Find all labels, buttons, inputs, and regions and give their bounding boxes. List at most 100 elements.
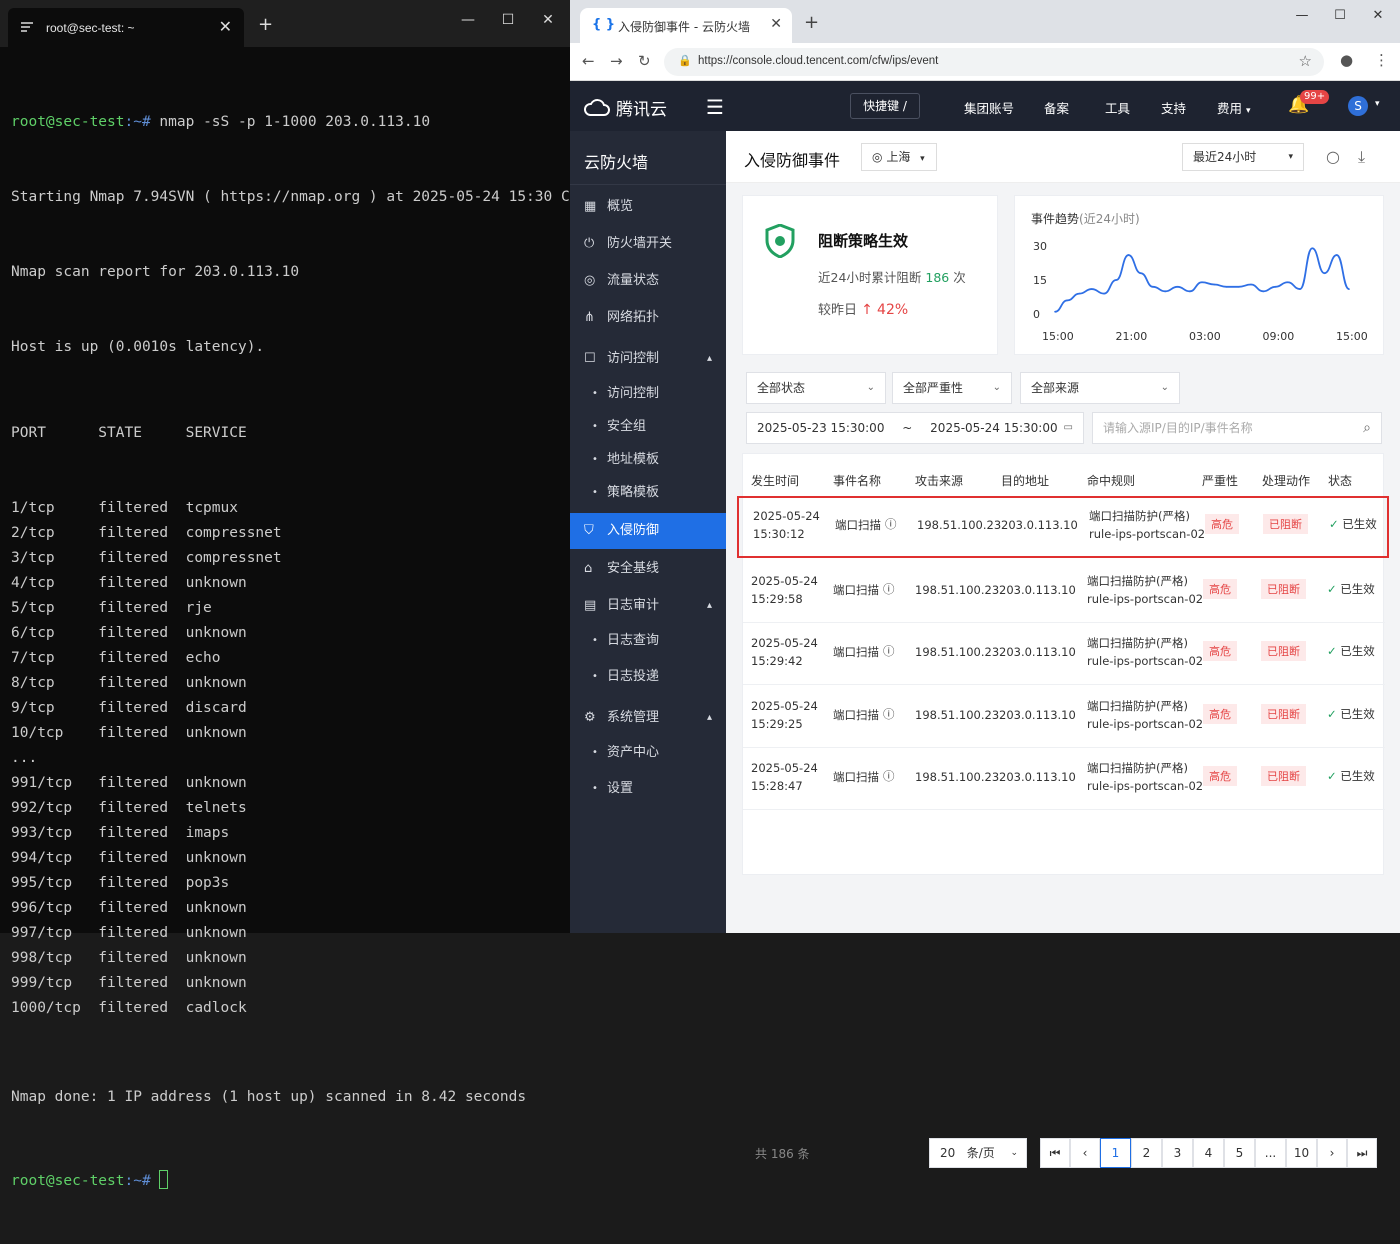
- bullet-icon: •: [592, 487, 598, 498]
- shortcut-button[interactable]: 快捷键 /: [850, 93, 920, 119]
- event-name[interactable]: 端口扫描: [833, 706, 879, 724]
- source-filter[interactable]: 全部来源 ⌄: [1020, 372, 1180, 404]
- page-button[interactable]: ...: [1255, 1138, 1286, 1168]
- terminal-tab[interactable]: root@sec-test: ~ ✕: [8, 8, 244, 47]
- sidebar-item-label: 安全组: [607, 419, 647, 434]
- nmap-done-line: Nmap done: 1 IP address (1 host up) scan…: [11, 1089, 527, 1105]
- close-icon[interactable]: ✕: [770, 16, 782, 32]
- page-size-select[interactable]: 20 条/页 ⌄: [929, 1138, 1027, 1168]
- page-button[interactable]: 10: [1286, 1138, 1317, 1168]
- sidebar-item[interactable]: ⌂ 安全基线: [570, 551, 726, 587]
- notification-badge: 99+: [1300, 90, 1330, 104]
- profile-icon[interactable]: ●: [1340, 51, 1353, 69]
- page-button[interactable]: 2: [1131, 1138, 1162, 1168]
- search-icon[interactable]: ⌕: [1363, 413, 1371, 443]
- first-page-icon[interactable]: ⏮: [1040, 1138, 1070, 1168]
- start-date: 2025-05-23 15:30:00: [757, 421, 885, 435]
- maximize-icon[interactable]: ☐: [498, 12, 518, 28]
- reload-icon[interactable]: ↻: [638, 52, 651, 70]
- sidebar-item[interactable]: • 设置: [570, 771, 726, 807]
- url-text: https://console.cloud.tencent.com/cfw/ip…: [698, 55, 939, 67]
- table-row[interactable]: 2025-05-24 15:29:42 端口扫描 198.51.100.23 203.0…: [743, 623, 1385, 685]
- time-range-select[interactable]: 最近24小时 ▾: [1182, 143, 1304, 171]
- new-tab-icon[interactable]: +: [258, 14, 273, 35]
- sidebar-item[interactable]: • 日志投递: [570, 659, 726, 695]
- more-menu-icon[interactable]: ⋮: [1374, 51, 1389, 69]
- sidebar-item[interactable]: ☐ 访问控制 ▴: [570, 341, 726, 377]
- next-page-icon[interactable]: ›: [1317, 1138, 1347, 1168]
- brand-logo[interactable]: 腾讯云: [584, 95, 667, 120]
- nav-filing[interactable]: 备案: [1044, 98, 1069, 117]
- sidebar-item[interactable]: ◎ 流量状态: [570, 263, 726, 299]
- sidebar-item[interactable]: • 策略模板: [570, 475, 726, 511]
- terminal-prompt-line[interactable]: root@sec-test:~#: [11, 1169, 570, 1194]
- prev-page-icon[interactable]: ‹: [1070, 1138, 1100, 1168]
- page-button[interactable]: 4: [1193, 1138, 1224, 1168]
- minimize-icon[interactable]: —: [458, 12, 478, 28]
- nav-group-account[interactable]: 集团账号: [964, 98, 1014, 117]
- bookmark-star-icon[interactable]: ☆: [1299, 52, 1312, 70]
- hamburger-menu-icon[interactable]: ☰: [706, 95, 724, 119]
- info-icon[interactable]: ⓘ: [883, 642, 895, 660]
- sidebar-item[interactable]: ⏻ 防火墙开关: [570, 226, 726, 262]
- chevron-down-icon[interactable]: ▾: [1375, 99, 1380, 109]
- table-row[interactable]: 2025-05-24 15:30:12 端口扫描 198.51.100.23 203.0…: [737, 496, 1389, 558]
- url-bar[interactable]: 🔒 https://console.cloud.tencent.com/cfw/…: [664, 48, 1324, 76]
- refresh-icon[interactable]: ○: [1326, 147, 1340, 166]
- sidebar-item[interactable]: ⚙ 系统管理 ▴: [570, 700, 726, 736]
- event-name[interactable]: 端口扫描: [833, 581, 879, 599]
- sidebar-item[interactable]: • 访问控制: [570, 376, 726, 412]
- chevron-down-icon: ⌄: [1010, 1148, 1018, 1158]
- page-button[interactable]: 3: [1162, 1138, 1193, 1168]
- forward-icon[interactable]: →: [610, 52, 623, 70]
- sidebar-item[interactable]: • 日志查询: [570, 623, 726, 659]
- nav-billing[interactable]: 费用 ▾: [1217, 98, 1251, 117]
- last-page-icon[interactable]: ⏭: [1347, 1138, 1377, 1168]
- col-status: 状态: [1328, 474, 1353, 488]
- severity-filter[interactable]: 全部严重性 ⌄: [892, 372, 1012, 404]
- event-name[interactable]: 端口扫描: [833, 643, 879, 661]
- destination-ip: 203.0.113.10: [999, 770, 1076, 784]
- page-button[interactable]: 1: [1100, 1138, 1131, 1168]
- close-window-icon[interactable]: ✕: [1368, 8, 1388, 23]
- info-icon[interactable]: ⓘ: [883, 580, 895, 598]
- browser-tab[interactable]: { } 入侵防御事件 - 云防火墙 ✕: [580, 8, 792, 43]
- event-name[interactable]: 端口扫描: [835, 516, 881, 534]
- terminal-command-line: root@sec-test:~# nmap -sS -p 1-1000 203.…: [11, 110, 570, 135]
- info-icon[interactable]: ⓘ: [885, 515, 897, 533]
- search-input[interactable]: 请输入源IP/目的IP/事件名称 ⌕: [1092, 412, 1382, 444]
- close-window-icon[interactable]: ✕: [538, 12, 558, 28]
- table-row[interactable]: 2025-05-24 15:28:47 端口扫描 198.51.100.23 203.0…: [743, 748, 1385, 810]
- sidebar-item[interactable]: • 安全组: [570, 409, 726, 445]
- event-name[interactable]: 端口扫描: [833, 768, 879, 786]
- sidebar-item[interactable]: • 资产中心: [570, 735, 726, 771]
- download-icon[interactable]: ⤓: [1358, 147, 1365, 167]
- terminal-output[interactable]: root@sec-test:~# nmap -sS -p 1-1000 203.…: [11, 60, 587, 1189]
- info-icon[interactable]: ⓘ: [883, 767, 895, 785]
- sidebar-item[interactable]: ▦ 概览: [570, 189, 726, 225]
- back-icon[interactable]: ←: [582, 52, 595, 70]
- page-button[interactable]: 5: [1224, 1138, 1255, 1168]
- avatar[interactable]: S: [1348, 96, 1368, 116]
- minimize-icon[interactable]: —: [1292, 8, 1312, 23]
- nav-tools[interactable]: 工具: [1105, 98, 1130, 117]
- col-time: 发生时间: [751, 474, 800, 488]
- nav-support[interactable]: 支持: [1161, 98, 1186, 117]
- trend-point: [1164, 290, 1167, 293]
- new-tab-icon[interactable]: +: [804, 12, 819, 33]
- region-select[interactable]: ◎ 上海 ▾: [861, 143, 937, 171]
- sidebar-item[interactable]: ⛉ 入侵防御: [570, 513, 726, 549]
- close-icon[interactable]: ✕: [219, 17, 232, 36]
- maximize-icon[interactable]: ☐: [1330, 8, 1350, 23]
- status-filter[interactable]: 全部状态 ⌄: [746, 372, 886, 404]
- info-icon[interactable]: ⓘ: [883, 705, 895, 723]
- sidebar-item[interactable]: ▤ 日志审计 ▴: [570, 588, 726, 624]
- sidebar-item[interactable]: ⋔ 网络拓扑: [570, 300, 726, 336]
- table-row[interactable]: 2025-05-24 15:29:25 端口扫描 198.51.100.23 203.0…: [743, 686, 1385, 748]
- date-range-picker[interactable]: 2025-05-23 15:30:00 ~ 2025-05-24 15:30:0…: [746, 412, 1084, 444]
- sidebar-item-label: 网络拓扑: [607, 310, 660, 325]
- terminal-line: Nmap scan report for 203.0.113.10: [11, 264, 300, 280]
- event-time: 15:30:12: [753, 527, 805, 541]
- table-row[interactable]: 2025-05-24 15:29:58 端口扫描 198.51.100.23 203.0…: [743, 561, 1385, 623]
- sidebar-item[interactable]: • 地址模板: [570, 442, 726, 478]
